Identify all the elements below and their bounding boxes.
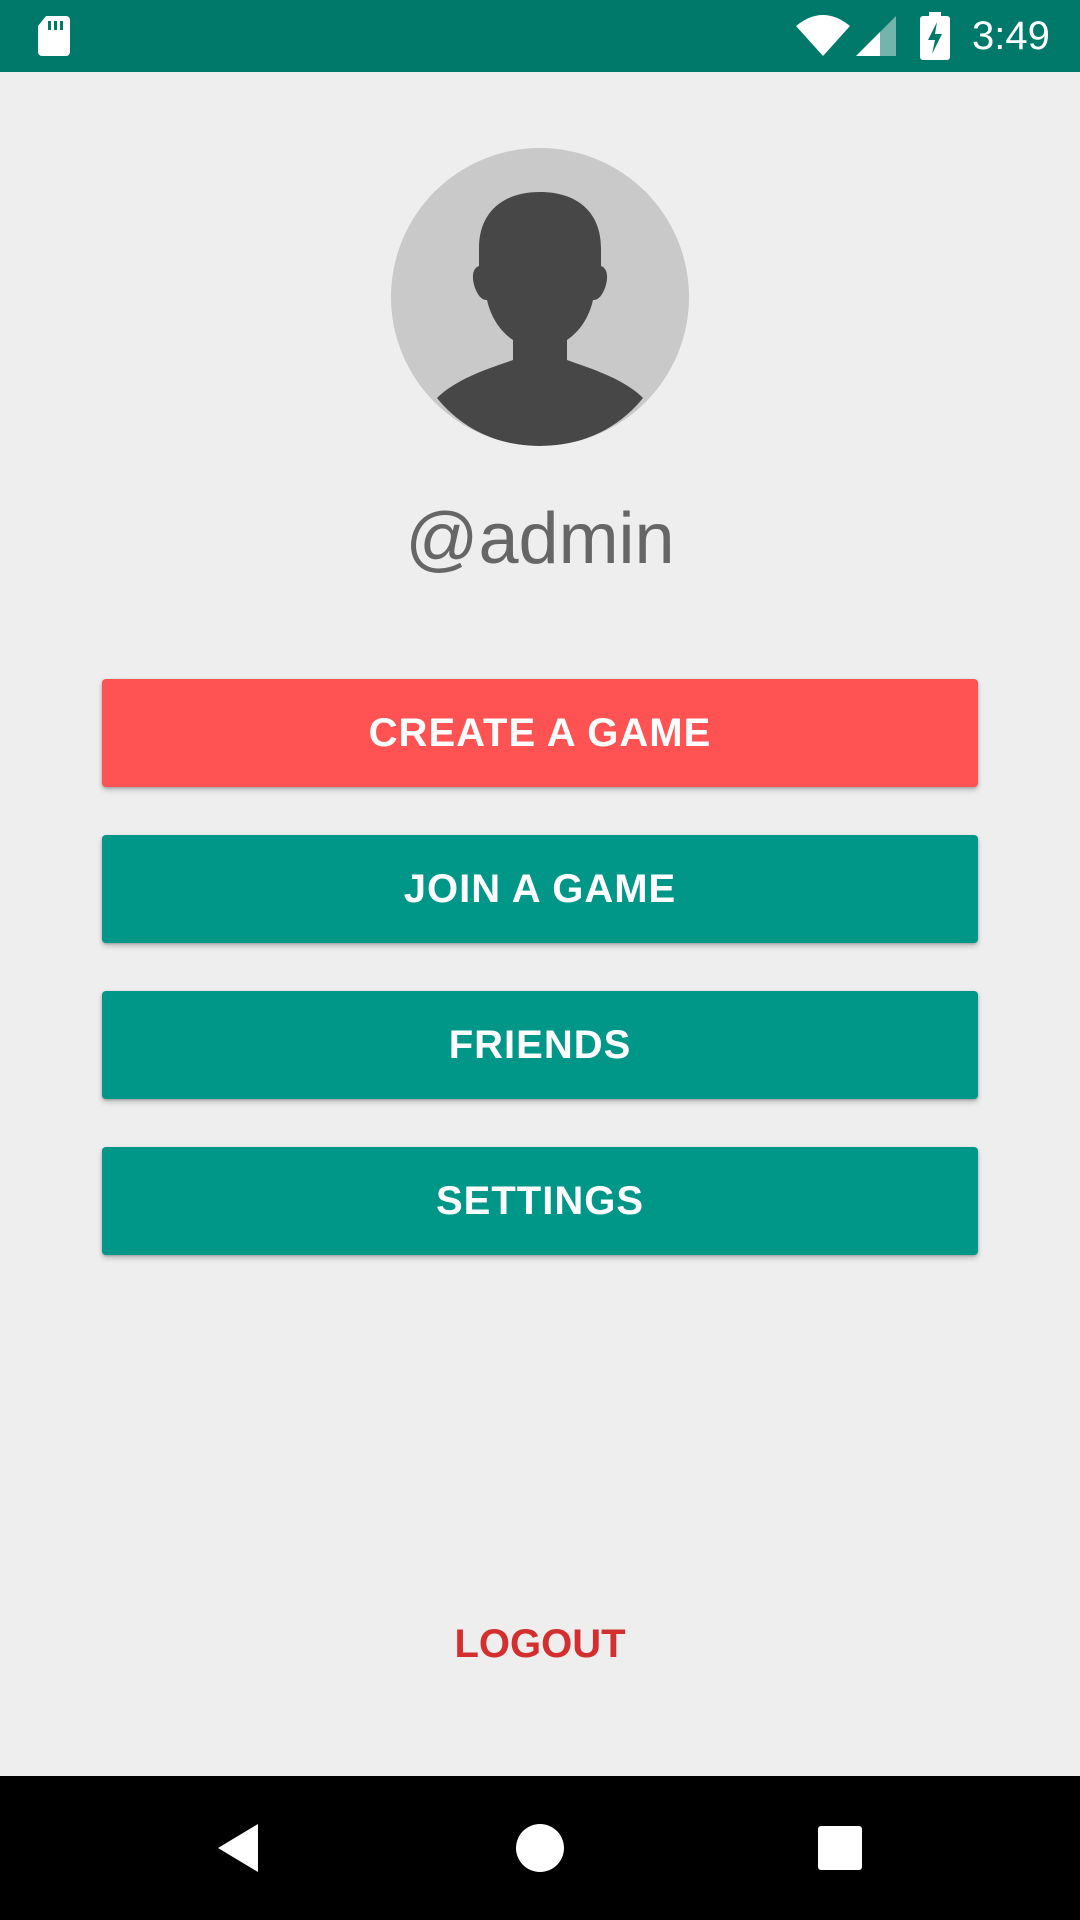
person-silhouette-icon (437, 192, 643, 446)
battery-charging-icon (920, 12, 950, 60)
navigation-bar (0, 1776, 1080, 1920)
status-bar: 3:49 (0, 0, 1080, 72)
username: @admin (405, 499, 675, 579)
create-game-button[interactable]: CREATE A GAME (102, 679, 978, 787)
wifi-icon (796, 15, 850, 56)
friends-button[interactable]: FRIENDS (102, 991, 978, 1099)
recents-icon[interactable] (810, 1818, 870, 1878)
cell-signal-icon (856, 16, 896, 56)
sd-card-icon (38, 16, 70, 56)
settings-button[interactable]: SETTINGS (102, 1147, 978, 1255)
home-icon[interactable] (510, 1818, 570, 1878)
status-clock: 3:49 (972, 14, 1050, 58)
logout-button[interactable]: LOGOUT (390, 1612, 690, 1676)
avatar[interactable] (391, 148, 689, 446)
back-icon[interactable] (210, 1818, 270, 1878)
join-game-button[interactable]: JOIN A GAME (102, 835, 978, 943)
